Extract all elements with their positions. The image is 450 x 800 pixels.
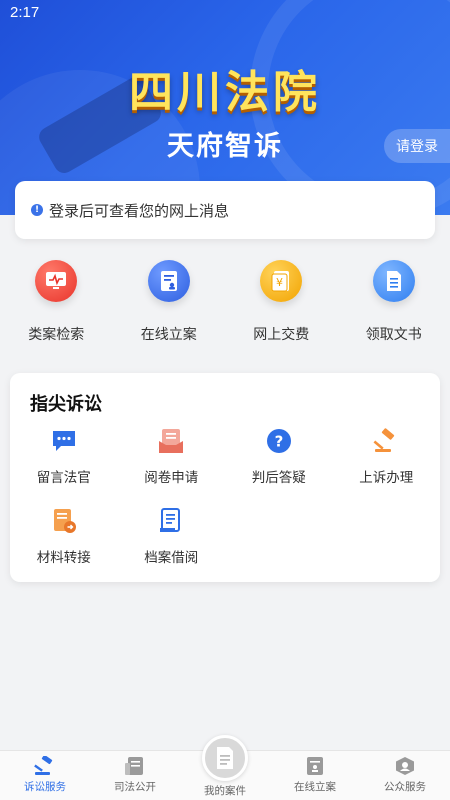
- online-filing-icon: [147, 260, 190, 302]
- quick-action-online-payment[interactable]: ¥ 网上交费: [225, 260, 338, 350]
- question-icon: ?: [266, 428, 292, 454]
- judicial-open-icon: [125, 757, 143, 775]
- service-label: 材料转接: [36, 550, 91, 566]
- case-search-icon: [35, 260, 78, 302]
- tab-label: 在线立案: [294, 781, 336, 793]
- svg-text:¥: ¥: [276, 276, 283, 289]
- notice-text: 登录后可查看您的网上消息: [49, 201, 230, 220]
- service-label: 上诉办理: [359, 470, 414, 486]
- quick-action-online-filing[interactable]: 在线立案: [113, 260, 226, 350]
- service-message-judge[interactable]: 留言法官: [10, 428, 118, 508]
- status-bar-time: 2:17: [10, 4, 40, 21]
- service-grid: 留言法官 阅卷申请 ? 判后答疑 上诉办理 材料转接 档案借阅: [10, 428, 440, 588]
- service-post-judgment-qa[interactable]: ? 判后答疑: [225, 428, 333, 508]
- fingertip-litigation-card: 指尖诉讼 留言法官 阅卷申请 ? 判后答疑 上诉办理 材料转接 档案借阅: [10, 373, 440, 582]
- section-title: 指尖诉讼: [30, 394, 102, 415]
- online-filing-tab-icon: [307, 757, 323, 775]
- message-notice-card[interactable]: ! 登录后可查看您的网上消息: [15, 181, 435, 239]
- quick-action-label: 网上交费: [253, 327, 310, 343]
- service-label: 留言法官: [36, 470, 91, 486]
- service-archive-borrow[interactable]: 档案借阅: [118, 508, 226, 588]
- tab-litigation-service[interactable]: 诉讼服务: [0, 751, 90, 800]
- tab-label: 公众服务: [384, 781, 426, 793]
- quick-action-case-search[interactable]: 类案检索: [0, 260, 113, 350]
- archive-borrow-icon: [158, 508, 184, 534]
- material-transfer-icon: [51, 508, 77, 534]
- my-cases-icon: [217, 747, 233, 769]
- message-judge-icon: [51, 428, 77, 454]
- quick-action-label: 类案检索: [28, 327, 85, 343]
- app-subtitle: 天府智诉: [167, 131, 283, 162]
- service-label: 判后答疑: [251, 470, 306, 486]
- service-appeal-handling[interactable]: 上诉办理: [333, 428, 441, 508]
- service-material-transfer[interactable]: 材料转接: [10, 508, 118, 588]
- quick-actions: 类案检索 在线立案 ¥ 网上交费 领取文书: [0, 260, 450, 350]
- tab-label: 司法公开: [114, 781, 156, 793]
- tab-public-service[interactable]: 公众服务: [360, 751, 450, 800]
- info-icon: !: [31, 204, 43, 216]
- public-service-icon: [396, 757, 414, 775]
- service-label: 档案借阅: [144, 550, 199, 566]
- login-button[interactable]: 请登录: [384, 129, 450, 163]
- online-payment-icon: ¥: [260, 260, 303, 302]
- gavel-icon: [373, 428, 399, 454]
- file-review-icon: [158, 428, 184, 454]
- quick-action-label: 在线立案: [140, 327, 197, 343]
- tab-online-filing[interactable]: 在线立案: [270, 751, 360, 800]
- service-file-review[interactable]: 阅卷申请: [118, 428, 226, 508]
- app-title: 四川法院: [129, 67, 321, 118]
- collect-document-icon: [372, 260, 415, 302]
- tab-label: 诉讼服务: [24, 781, 66, 793]
- litigation-service-icon: [34, 756, 53, 775]
- my-cases-center-button[interactable]: [202, 735, 248, 781]
- quick-action-label: 领取文书: [365, 327, 422, 343]
- service-label: 阅卷申请: [144, 470, 199, 486]
- quick-action-collect-document[interactable]: 领取文书: [338, 260, 450, 350]
- tab-judicial-open[interactable]: 司法公开: [90, 751, 180, 800]
- svg-text:?: ?: [274, 433, 283, 451]
- tab-label: 我的案件: [204, 785, 246, 797]
